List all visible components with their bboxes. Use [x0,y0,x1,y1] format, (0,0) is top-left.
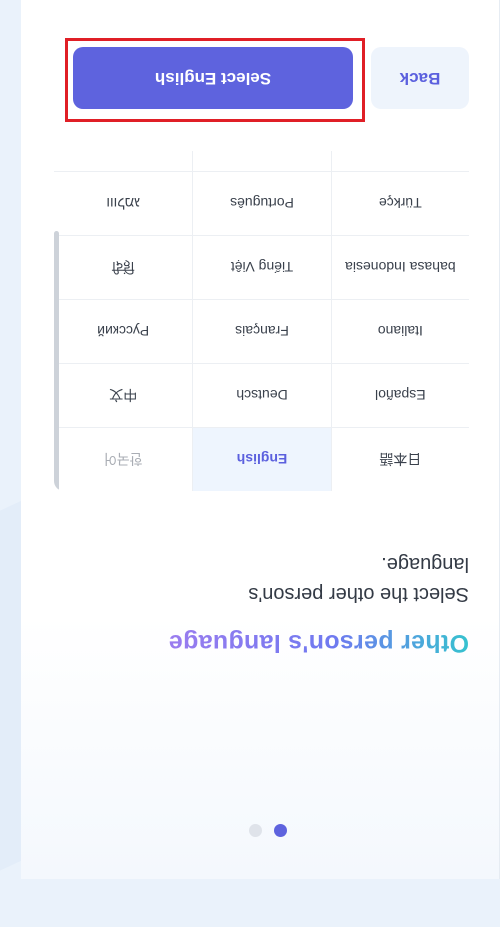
language-option[interactable]: ווולמג [54,171,193,235]
language-option[interactable]: Deutsch [192,363,331,427]
empty-cell [54,151,193,171]
language-option[interactable]: 中文 [54,363,193,427]
language-option[interactable]: Español [330,363,469,427]
language-option[interactable]: Italiano [330,299,469,363]
language-option[interactable]: Türkçe [330,171,469,235]
scrollbar[interactable] [54,231,59,491]
language-option[interactable]: 日本語 [330,427,469,491]
language-option[interactable]: हिंदी [54,235,193,299]
language-option[interactable]: Bahasa [330,151,469,171]
select-language-button[interactable]: Select English [73,47,353,109]
page-indicator [249,824,287,837]
language-option[interactable]: Русский [54,299,193,363]
language-option[interactable]: bahasa Indonesia [330,235,469,299]
language-option[interactable]: Français [192,299,331,363]
language-option[interactable]: Português [192,171,331,235]
language-grid: 日本語 English 한국어 Español Deutsch 中文 Italiano Fra… [54,151,469,491]
language-grid-cells: 日本語 English 한국어 Español Deutsch 中文 Italiano Fra… [54,151,469,491]
page-dot-active [274,824,287,837]
empty-cell [192,151,331,171]
page-subtitle: Select the other person's language. [248,553,469,605]
language-option[interactable]: 한국어 [54,427,193,491]
app-screen: Other person's language Select the other… [0,0,500,879]
language-selection-panel: Other person's language Select the other… [21,0,500,879]
page-title: Other person's language [168,629,469,657]
language-option[interactable]: Tiếng Việt [192,235,331,299]
back-button[interactable]: Back [371,47,469,109]
language-option[interactable]: English [192,427,331,491]
page-dot-inactive [249,824,262,837]
